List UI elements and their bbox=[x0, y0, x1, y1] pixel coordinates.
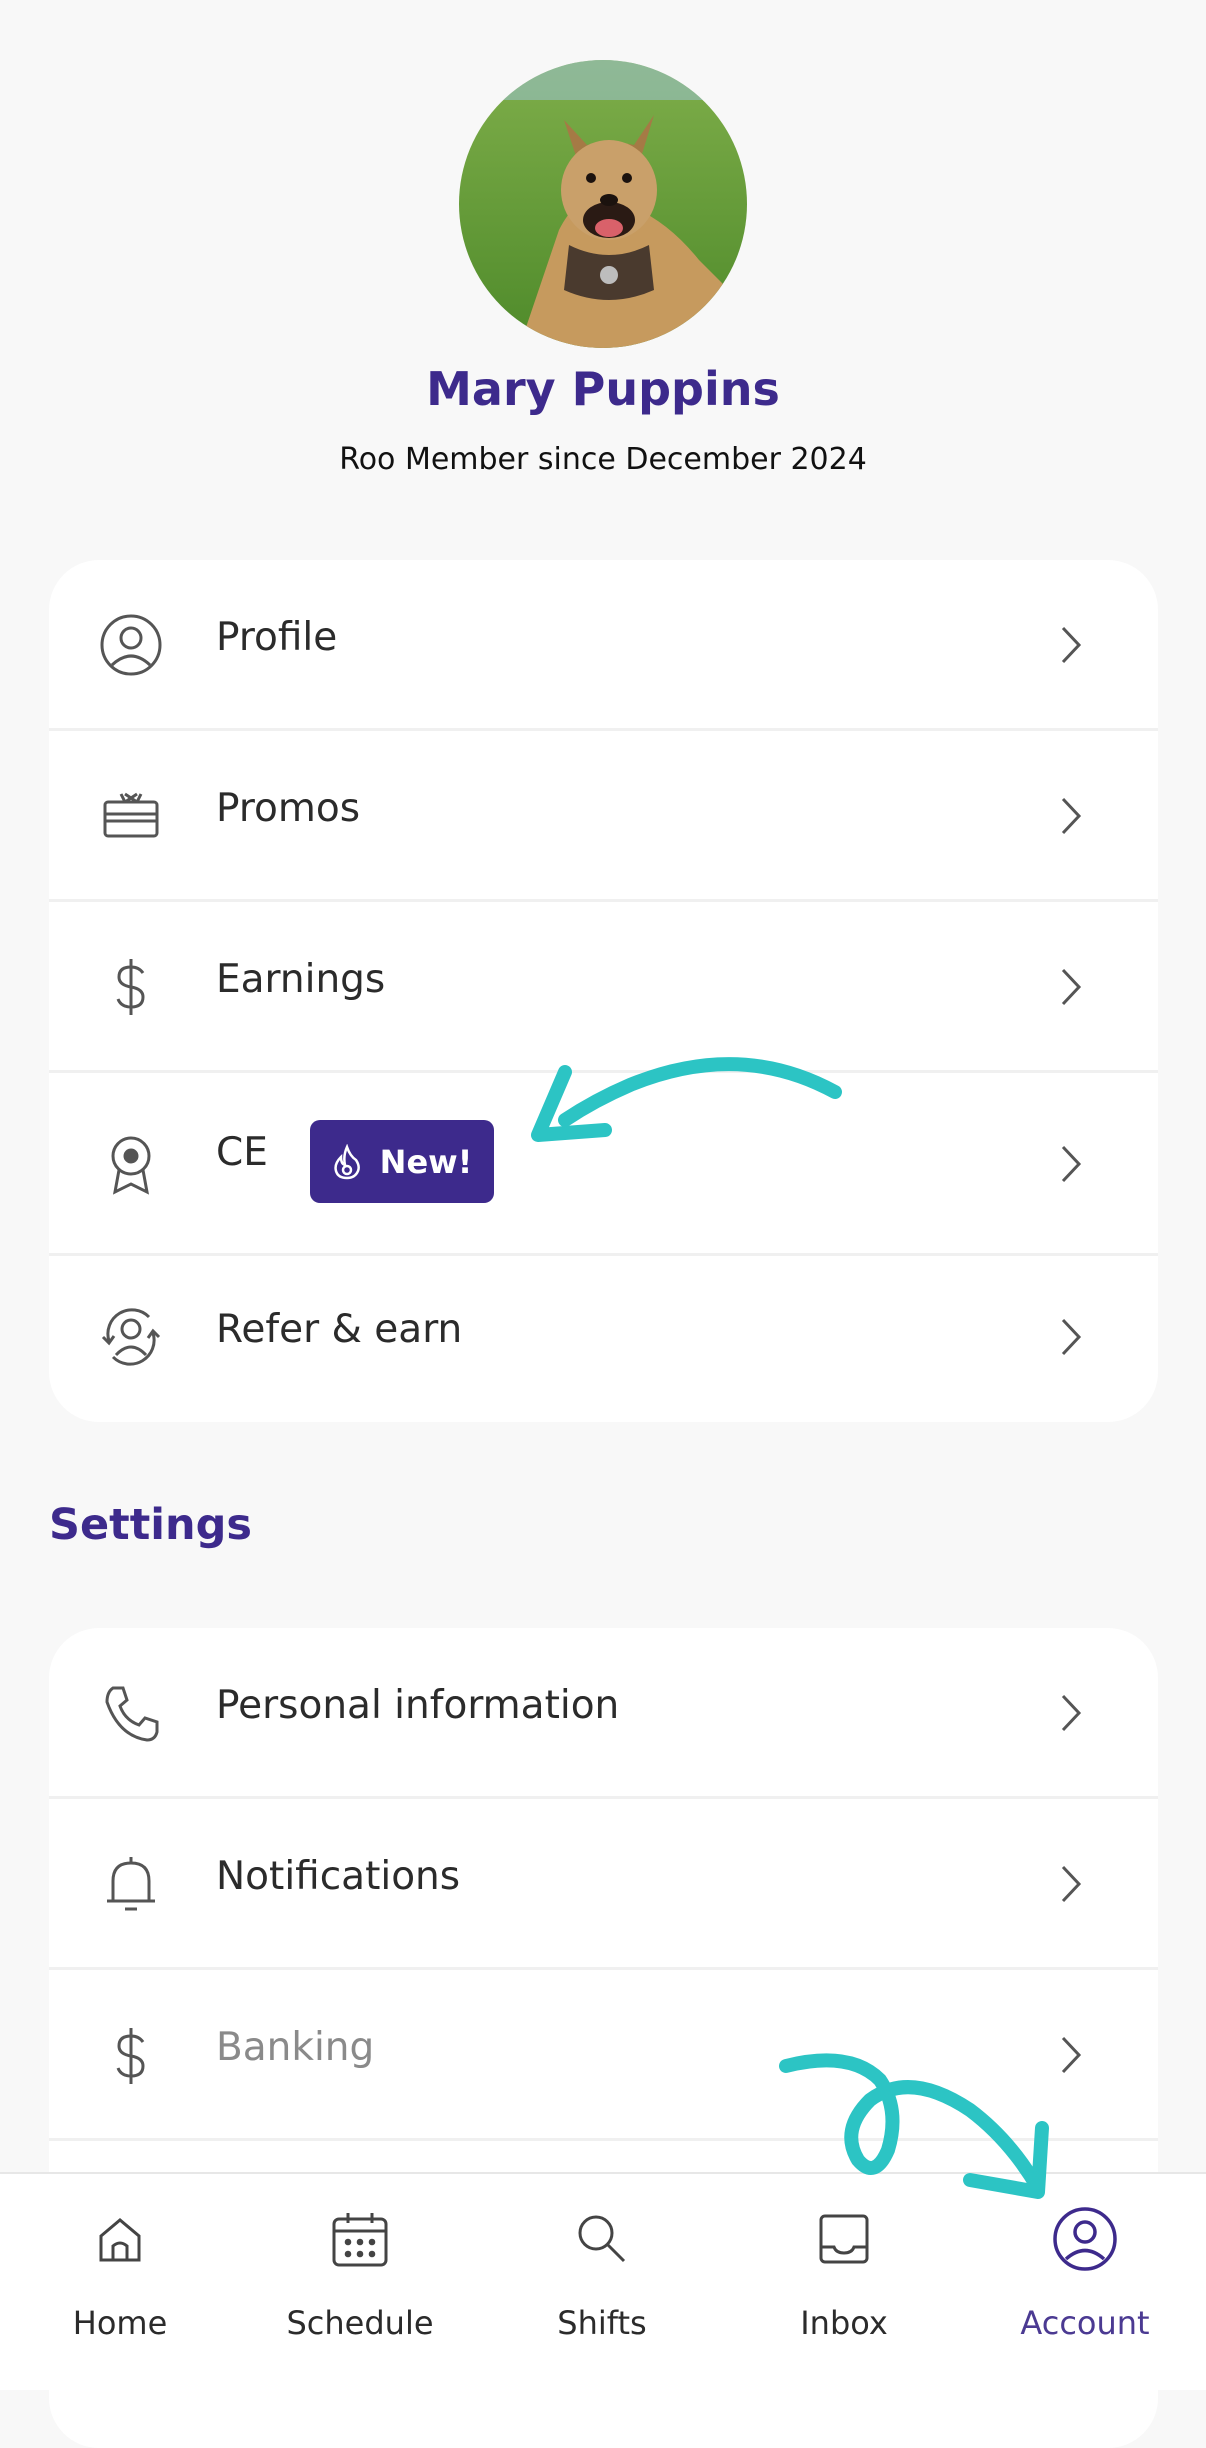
tab-label: Home bbox=[72, 2304, 168, 2342]
dog-photo bbox=[459, 60, 747, 348]
bottom-tab-bar: Home Schedule Shifts Inbox Account bbox=[0, 2172, 1206, 2390]
menu-item-label: Refer & earn bbox=[216, 1307, 463, 1352]
flame-icon bbox=[333, 1143, 360, 1179]
settings-item-banking[interactable]: Banking bbox=[49, 1970, 1158, 2141]
tab-schedule[interactable]: Schedule bbox=[250, 2204, 470, 2364]
bell-icon bbox=[97, 1851, 165, 1919]
menu-item-profile[interactable]: Profile bbox=[49, 560, 1158, 731]
chevron-right-icon bbox=[1061, 1865, 1082, 1903]
chevron-right-icon bbox=[1061, 968, 1082, 1006]
tab-account[interactable]: Account bbox=[975, 2204, 1195, 2364]
refer-user-icon bbox=[97, 1303, 165, 1371]
menu-item-refer-earn[interactable]: Refer & earn bbox=[49, 1256, 1158, 1422]
menu-item-promos[interactable]: Promos bbox=[49, 731, 1158, 902]
new-badge-label: New! bbox=[379, 1142, 473, 1181]
inbox-icon bbox=[809, 2204, 879, 2274]
menu-item-earnings[interactable]: Earnings bbox=[49, 902, 1158, 1073]
award-ribbon-icon bbox=[97, 1130, 165, 1198]
chevron-right-icon bbox=[1061, 1694, 1082, 1732]
chevron-right-icon bbox=[1061, 797, 1082, 835]
search-icon bbox=[567, 2204, 637, 2274]
home-icon bbox=[85, 2204, 155, 2274]
settings-item-label: Banking bbox=[216, 2025, 375, 2070]
tab-label: Account bbox=[1020, 2304, 1150, 2342]
menu-item-label: Profile bbox=[216, 615, 338, 660]
user-circle-icon bbox=[97, 611, 165, 679]
settings-section-title: Settings bbox=[49, 1500, 252, 1550]
menu-item-ce[interactable]: CE New! bbox=[49, 1073, 1158, 1256]
new-badge: New! bbox=[310, 1120, 494, 1203]
menu-item-label: Earnings bbox=[216, 957, 386, 1002]
tab-inbox[interactable]: Inbox bbox=[734, 2204, 954, 2364]
tab-label: Shifts bbox=[557, 2304, 647, 2342]
chevron-right-icon bbox=[1061, 1145, 1082, 1183]
avatar[interactable] bbox=[459, 60, 747, 348]
user-name: Mary Puppins bbox=[426, 362, 780, 416]
gift-card-icon bbox=[97, 782, 165, 850]
menu-item-label: Promos bbox=[216, 786, 361, 831]
tab-home[interactable]: Home bbox=[10, 2204, 230, 2364]
settings-item-notifications[interactable]: Notifications bbox=[49, 1799, 1158, 1970]
settings-item-label: Notifications bbox=[216, 1854, 461, 1899]
tab-shifts[interactable]: Shifts bbox=[492, 2204, 712, 2364]
menu-item-label: CE bbox=[216, 1130, 268, 1175]
settings-item-label: Personal information bbox=[216, 1683, 620, 1728]
phone-icon bbox=[97, 1680, 165, 1748]
account-circle-icon bbox=[1050, 2204, 1120, 2274]
settings-item-personal-information[interactable]: Personal information bbox=[49, 1628, 1158, 1799]
member-since: Roo Member since December 2024 bbox=[339, 442, 867, 477]
chevron-right-icon bbox=[1061, 626, 1082, 664]
dollar-icon bbox=[97, 953, 165, 1021]
chevron-right-icon bbox=[1061, 1318, 1082, 1356]
calendar-icon bbox=[325, 2204, 395, 2274]
account-menu-card: Profile Promos Earnings CE New! Refer & … bbox=[49, 560, 1158, 1422]
chevron-right-icon bbox=[1061, 2036, 1082, 2074]
dollar-icon bbox=[97, 2022, 165, 2090]
tab-label: Inbox bbox=[800, 2304, 888, 2342]
tab-label: Schedule bbox=[286, 2304, 434, 2342]
